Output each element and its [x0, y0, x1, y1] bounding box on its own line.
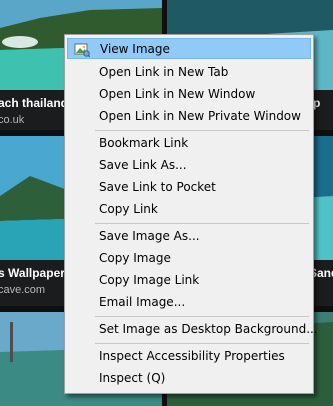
menu-item-label: Copy Image Link: [99, 273, 200, 287]
menu-item-label: Save Link to Pocket: [99, 180, 216, 194]
menu-item-inspect[interactable]: Inspect (Q): [67, 368, 311, 389]
menu-item-label: View Image: [100, 42, 170, 56]
menu-item-label: Inspect (Q): [99, 371, 166, 385]
menu-item-save-link-to-pocket[interactable]: Save Link to Pocket: [67, 177, 311, 198]
menu-item-bookmark-link[interactable]: Bookmark Link: [67, 133, 311, 154]
menu-item-save-image-as[interactable]: Save Image As...: [67, 226, 311, 247]
menu-item-inspect-accessibility[interactable]: Inspect Accessibility Properties: [67, 346, 311, 367]
menu-item-label: Open Link in New Private Window: [99, 109, 301, 123]
menu-item-label: Email Image...: [99, 295, 186, 309]
menu-separator: [95, 223, 309, 224]
menu-item-label: Bookmark Link: [99, 136, 189, 150]
menu-item-label: Open Link in New Window: [99, 87, 256, 101]
menu-separator: [95, 316, 309, 317]
menu-item-copy-image-link[interactable]: Copy Image Link: [67, 270, 311, 291]
menu-item-label: Copy Image: [99, 251, 171, 265]
menu-item-copy-link[interactable]: Copy Link: [67, 199, 311, 220]
tile-title: p: [313, 96, 321, 110]
menu-item-label: Open Link in New Tab: [99, 65, 229, 79]
menu-item-open-link-private-window[interactable]: Open Link in New Private Window: [67, 106, 311, 127]
menu-separator: [95, 130, 309, 131]
menu-item-label: Set Image as Desktop Background...: [99, 322, 318, 336]
menu-item-label: Copy Link: [99, 202, 158, 216]
tile-title: s Wallpapers: [0, 266, 72, 280]
tile-title: ach thailand: [0, 96, 69, 110]
menu-item-label: Save Image As...: [99, 229, 200, 243]
context-menu: View Image Open Link in New Tab Open Lin…: [64, 34, 318, 394]
menu-item-email-image[interactable]: Email Image...: [67, 292, 311, 313]
menu-item-copy-image[interactable]: Copy Image: [67, 248, 311, 269]
menu-item-open-link-new-tab[interactable]: Open Link in New Tab: [67, 62, 311, 83]
tile-source: co.uk: [0, 114, 25, 126]
view-image-icon: [74, 43, 90, 57]
menu-item-view-image[interactable]: View Image: [67, 38, 311, 59]
tile-source: cave.com: [0, 284, 46, 296]
menu-item-save-link-as[interactable]: Save Link As...: [67, 155, 311, 176]
menu-item-open-link-new-window[interactable]: Open Link in New Window: [67, 84, 311, 105]
menu-item-set-desktop-background[interactable]: Set Image as Desktop Background...: [67, 319, 318, 340]
menu-item-label: Inspect Accessibility Properties: [99, 349, 285, 363]
menu-item-label: Save Link As...: [99, 158, 187, 172]
menu-separator: [95, 343, 309, 344]
